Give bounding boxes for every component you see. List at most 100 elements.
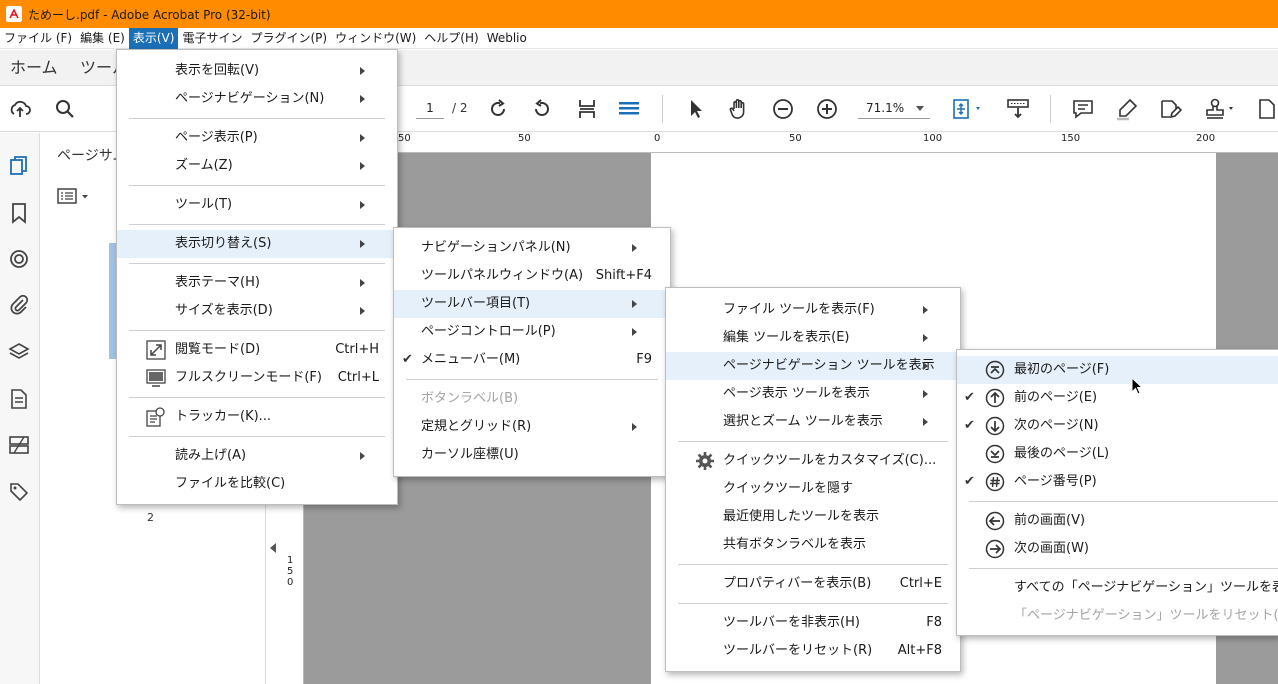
menu-item-toolbar-items[interactable]: ツールバー項目(T) bbox=[394, 290, 670, 318]
tab-home[interactable]: ホーム bbox=[10, 50, 58, 86]
menu-item-show-recent-tools[interactable]: 最近使用したツールを表示 bbox=[666, 503, 960, 531]
document-icon[interactable] bbox=[1256, 97, 1278, 121]
menu-item-page-navigation[interactable]: ページナビゲーション(N) bbox=[117, 85, 397, 113]
menu-plugins[interactable]: プラグイン(P) bbox=[246, 28, 331, 49]
menu-item-display-theme[interactable]: 表示テーマ(H) bbox=[117, 269, 397, 297]
toolbar-separator bbox=[662, 95, 663, 123]
menu-file[interactable]: ファイル (F) bbox=[0, 28, 76, 49]
ruler-label: 100 bbox=[923, 133, 943, 144]
menu-item-label: ファイルを比較(C) bbox=[175, 476, 286, 491]
content-icon[interactable] bbox=[8, 388, 30, 410]
upload-icon[interactable] bbox=[8, 97, 32, 121]
menu-item-tools[interactable]: ツール(T) bbox=[117, 191, 397, 219]
zoom-out-icon[interactable] bbox=[771, 97, 795, 121]
layers-target-icon[interactable] bbox=[8, 248, 30, 270]
ruler-label: 200 bbox=[1196, 133, 1216, 144]
menu-item-read-aloud[interactable]: 読み上げ(A) bbox=[117, 442, 397, 470]
comment-icon[interactable] bbox=[1071, 97, 1095, 121]
collapse-panel-arrow-icon[interactable] bbox=[270, 543, 276, 553]
menu-separator bbox=[129, 224, 385, 225]
tags-icon[interactable] bbox=[8, 481, 30, 503]
menu-item-page-display[interactable]: ページ表示(P) bbox=[117, 124, 397, 152]
menu-window[interactable]: ウィンドウ(W) bbox=[331, 28, 420, 49]
menu-item-label: ページ表示(P) bbox=[175, 130, 258, 145]
tracker-icon bbox=[146, 407, 166, 427]
menu-item-show-size[interactable]: サイズを表示(D) bbox=[117, 297, 397, 325]
attachments-icon[interactable] bbox=[8, 294, 30, 316]
menu-item-reset-toolbars[interactable]: ツールバーをリセット(R) Alt+F8 bbox=[666, 637, 960, 665]
rotate-counterclockwise-icon[interactable] bbox=[530, 97, 554, 121]
page-number-input[interactable]: 1 bbox=[416, 97, 444, 119]
menu-item-page-number[interactable]: ✔ ページ番号(P) bbox=[957, 468, 1278, 496]
menu-item-label: 次のページ(N) bbox=[1014, 418, 1099, 433]
menu-item-rotate-view[interactable]: 表示を回転(V) bbox=[117, 57, 397, 85]
layers-icon[interactable] bbox=[8, 341, 30, 363]
menu-item-previous-view[interactable]: 前の画面(V) bbox=[957, 507, 1278, 535]
menu-item-show-page-display-tools[interactable]: ページ表示 ツールを表示 bbox=[666, 380, 960, 408]
menu-item-label: プロパティバーを表示(B) bbox=[723, 576, 872, 591]
menu-weblio[interactable]: Weblio bbox=[483, 28, 531, 49]
page-total: / 2 bbox=[452, 101, 468, 115]
bookmarks-icon[interactable] bbox=[8, 202, 30, 224]
menu-item-show-edit-tools[interactable]: 編集 ツールを表示(E) bbox=[666, 324, 960, 352]
menu-item-show-hide[interactable]: 表示切り替え(S) bbox=[117, 230, 397, 258]
fit-page-icon[interactable] bbox=[575, 97, 599, 121]
zoom-level-dropdown[interactable]: 71.1% bbox=[858, 97, 930, 119]
rotate-clockwise-icon[interactable] bbox=[486, 97, 510, 121]
menu-item-reading-mode[interactable]: 閲覧モード(D) Ctrl+H bbox=[117, 336, 397, 364]
menu-item-cursor-coordinates[interactable]: カーソル座標(U) bbox=[394, 441, 670, 469]
menu-item-show-page-navigation-tools[interactable]: ページナビゲーション ツールを表示 bbox=[666, 352, 960, 380]
menu-item-show-all-page-navigation-tools[interactable]: すべての「ページナビゲーション」ツールを表示(H) bbox=[957, 574, 1278, 602]
menu-item-navigation-panes[interactable]: ナビゲーションパネル(N) bbox=[394, 234, 670, 262]
menu-item-show-share-button-labels[interactable]: 共有ボタンラベルを表示 bbox=[666, 531, 960, 559]
menu-item-hide-toolbars[interactable]: ツールバーを非表示(H) F8 bbox=[666, 609, 960, 637]
menu-item-show-properties-bar[interactable]: プロパティバーを表示(B) Ctrl+E bbox=[666, 570, 960, 598]
menu-item-next-page[interactable]: ✔ 次のページ(N) bbox=[957, 412, 1278, 440]
menu-view[interactable]: 表示(V) bbox=[128, 27, 179, 49]
scrolling-mode-icon[interactable] bbox=[617, 97, 641, 121]
stamp-icon[interactable] bbox=[1203, 97, 1239, 121]
menu-item-show-file-tools[interactable]: ファイル ツールを表示(F) bbox=[666, 296, 960, 324]
menu-item-tools-pane[interactable]: ツールパネルウィンドウ(A) Shift+F4 bbox=[394, 262, 670, 290]
menu-item-rulers-grids[interactable]: 定規とグリッド(R) bbox=[394, 413, 670, 441]
submenu-arrow-icon bbox=[923, 306, 928, 314]
menu-item-show-select-zoom-tools[interactable]: 選択とズーム ツールを表示 bbox=[666, 408, 960, 436]
menu-item-tracker[interactable]: トラッカー(K)... bbox=[117, 403, 397, 431]
menu-item-zoom[interactable]: ズーム(Z) bbox=[117, 152, 397, 180]
select-arrow-icon[interactable] bbox=[684, 97, 708, 121]
hand-tool-icon[interactable] bbox=[727, 97, 751, 121]
menu-item-label: ファイル ツールを表示(F) bbox=[723, 302, 875, 317]
menu-item-next-view[interactable]: 次の画面(W) bbox=[957, 535, 1278, 563]
read-mode-icon[interactable] bbox=[1006, 97, 1030, 121]
menu-esign[interactable]: 電子サイン bbox=[178, 28, 246, 49]
page-thumbnails-icon[interactable] bbox=[8, 155, 30, 177]
zoom-in-icon[interactable] bbox=[815, 97, 839, 121]
menu-item-label: 共有ボタンラベルを表示 bbox=[723, 537, 867, 552]
submenu-arrow-icon bbox=[923, 390, 928, 398]
menu-item-last-page[interactable]: 最後のページ(L) bbox=[957, 440, 1278, 468]
checkmark-icon: ✔ bbox=[964, 474, 975, 489]
next-page-icon bbox=[985, 416, 1005, 436]
menu-separator bbox=[969, 501, 1278, 502]
menu-item-hide-quick-tools[interactable]: クイックツールを隠す bbox=[666, 475, 960, 503]
menu-item-compare-files[interactable]: ファイルを比較(C) bbox=[117, 470, 397, 498]
menu-item-shortcut: Shift+F4 bbox=[595, 268, 652, 283]
menu-item-label: ページナビゲーション(N) bbox=[175, 91, 325, 106]
menu-item-first-page[interactable]: 最初のページ(F) bbox=[957, 356, 1278, 384]
highlight-icon[interactable] bbox=[1115, 97, 1139, 121]
menu-help[interactable]: ヘルプ(H) bbox=[420, 28, 482, 49]
page-navigation-submenu: 最初のページ(F) ✔ 前のページ(E) ✔ 次のページ(N) 最後のページ(L… bbox=[956, 349, 1278, 636]
search-icon[interactable] bbox=[53, 97, 77, 121]
ruler-label: 0 bbox=[287, 577, 294, 588]
order-icon[interactable] bbox=[8, 434, 30, 456]
menu-item-label: ツールパネルウィンドウ(A) bbox=[421, 268, 584, 283]
menu-item-page-controls[interactable]: ページコントロール(P) bbox=[394, 318, 670, 346]
menu-item-customize-quick-tools[interactable]: クイックツールをカスタマイズ(C)... bbox=[666, 447, 960, 475]
menu-item-fullscreen[interactable]: フルスクリーンモード(F) Ctrl+L bbox=[117, 364, 397, 392]
menu-item-previous-page[interactable]: ✔ 前のページ(E) bbox=[957, 384, 1278, 412]
fit-width-icon[interactable] bbox=[950, 97, 986, 121]
menu-item-menu-bar[interactable]: ✔ メニューバー(M) F9 bbox=[394, 346, 670, 374]
menu-edit[interactable]: 編集 (E) bbox=[76, 28, 129, 49]
thumbnail-options-button[interactable] bbox=[57, 185, 93, 207]
edit-pdf-icon[interactable] bbox=[1158, 97, 1183, 121]
